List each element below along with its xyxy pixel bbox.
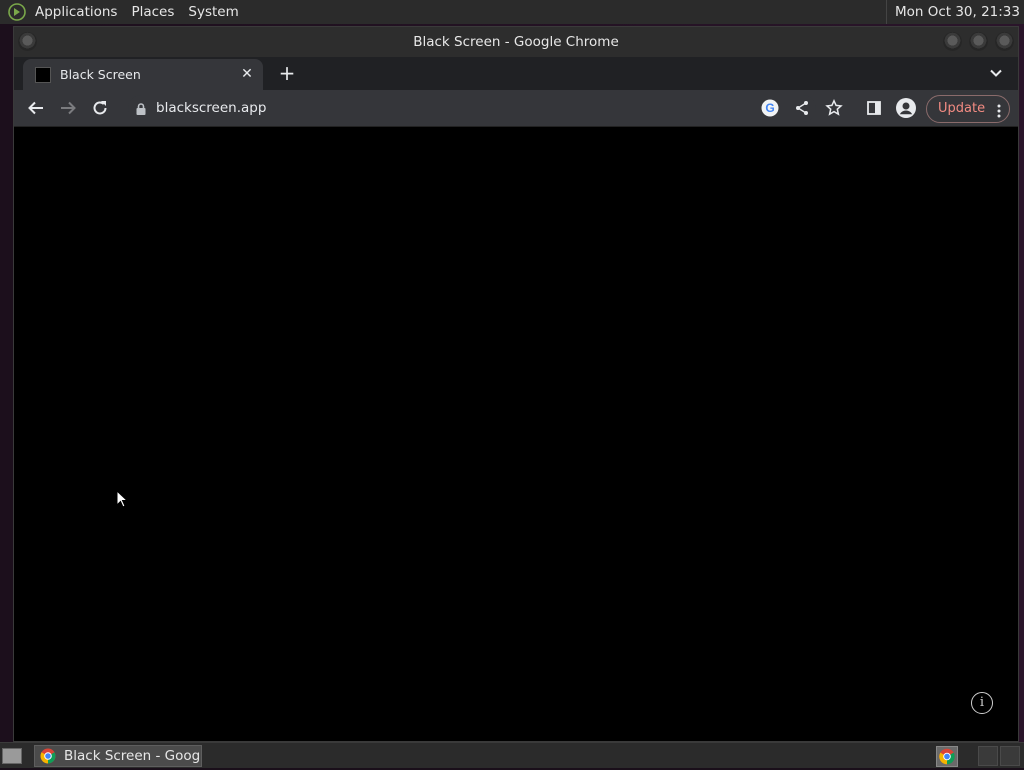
show-desktop-icon[interactable] (2, 748, 22, 764)
clock[interactable]: Mon Oct 30, 21:33 (885, 0, 1020, 24)
new-tab-button[interactable]: + (276, 63, 298, 85)
chrome-icon (40, 748, 56, 766)
info-icon[interactable]: i (971, 692, 993, 714)
browser-toolbar: blackscreen.app G Update (14, 90, 1018, 127)
side-panel-icon[interactable] (864, 98, 884, 118)
profile-avatar-icon[interactable] (896, 98, 916, 118)
minimize-button[interactable] (943, 32, 962, 51)
tab-title: Black Screen (60, 67, 141, 82)
workspace-1[interactable] (978, 746, 998, 766)
menu-places[interactable]: Places (124, 4, 181, 20)
tab-close-icon[interactable]: ✕ (239, 66, 255, 82)
menu-applications[interactable]: Applications (28, 4, 124, 20)
mouse-cursor-icon (116, 489, 129, 512)
update-label: Update (938, 101, 986, 116)
tab-strip: Black Screen ✕ + (14, 57, 1018, 90)
top-panel: Applications Places System Mon Oct 30, 2… (0, 0, 1024, 24)
browser-window: Black Screen - Google Chrome Black Scree… (13, 26, 1019, 742)
svg-text:G: G (765, 101, 774, 115)
maximize-button[interactable] (969, 32, 988, 51)
menu-system[interactable]: System (181, 4, 245, 20)
close-window-button[interactable] (995, 32, 1014, 51)
menu-logo-icon[interactable] (6, 1, 28, 23)
bottom-panel: Black Screen - Goog... (0, 742, 1024, 768)
workspace-2[interactable] (1000, 746, 1020, 766)
taskbar-item-chrome[interactable]: Black Screen - Goog... (34, 745, 202, 767)
more-vert-icon[interactable] (997, 102, 1001, 118)
taskbar-item-label: Black Screen - Goog... (64, 748, 202, 764)
google-lens-icon[interactable]: G (760, 98, 780, 118)
tray-chrome-icon[interactable] (936, 746, 958, 767)
tab-black-screen[interactable]: Black Screen ✕ (23, 59, 263, 90)
window-menu-button[interactable] (18, 32, 37, 51)
address-bar[interactable]: blackscreen.app (128, 95, 816, 122)
reload-icon[interactable] (90, 98, 110, 118)
url-text[interactable]: blackscreen.app (156, 95, 266, 122)
forward-arrow-icon[interactable] (58, 98, 78, 118)
update-button[interactable]: Update (926, 95, 1010, 123)
window-titlebar[interactable]: Black Screen - Google Chrome (14, 27, 1018, 57)
page-content-black-screen[interactable]: i (14, 127, 1018, 741)
favicon-icon (35, 66, 51, 83)
lock-icon[interactable] (134, 101, 148, 115)
window-title: Black Screen - Google Chrome (413, 34, 619, 50)
share-icon[interactable] (792, 98, 812, 118)
bookmark-star-icon[interactable] (824, 98, 844, 118)
back-arrow-icon[interactable] (26, 98, 46, 118)
tab-search-chevron-down-icon[interactable] (988, 65, 1004, 81)
